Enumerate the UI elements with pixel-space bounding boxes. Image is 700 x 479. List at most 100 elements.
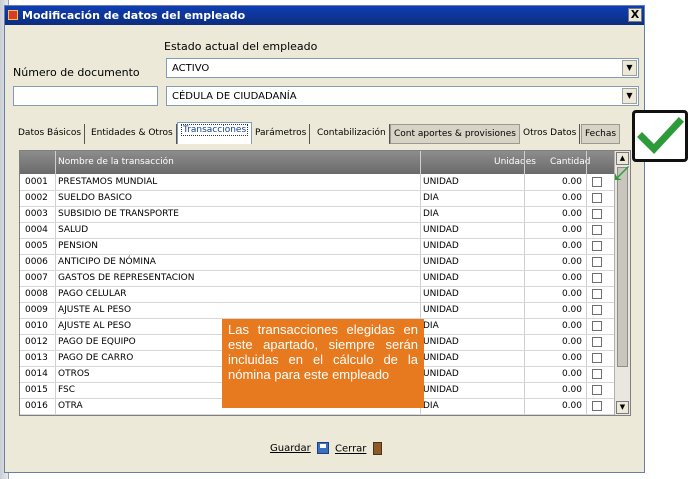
row-name: AJUSTE AL PESO (58, 305, 132, 315)
header-unit: Unidades (494, 157, 536, 167)
row-name: SALUD (58, 225, 89, 235)
tab-contabilizacion[interactable]: Contabilización (314, 124, 390, 144)
row-unit: UNIDAD (423, 177, 459, 187)
tab-entidades[interactable]: Entidades & Otros (88, 124, 177, 144)
checkmark-icon (632, 110, 688, 162)
close-button[interactable]: Cerrar (335, 442, 382, 455)
row-code: 0004 (25, 225, 48, 235)
tab-otros-datos[interactable]: Otros Datos (520, 124, 581, 144)
table-row[interactable]: 0006 ANTICIPO DE NÓMINA UNIDAD 0.00 (20, 255, 614, 271)
row-checkbox[interactable] (592, 241, 602, 251)
scroll-down-icon[interactable]: ▼ (616, 401, 629, 414)
row-unit: DIA (423, 209, 439, 219)
table-row[interactable]: 0008 PAGO CELULAR UNIDAD 0.00 (20, 287, 614, 303)
row-unit: DIA (423, 401, 439, 411)
row-checkbox[interactable] (592, 209, 602, 219)
table-row[interactable]: 0009 AJUSTE AL PESO UNIDAD 0.00 (20, 303, 614, 319)
table-row[interactable]: 0001 PRESTAMOS MUNDIAL UNIDAD 0.00 (20, 175, 614, 191)
row-checkbox[interactable] (592, 401, 602, 411)
row-code: 0014 (25, 369, 48, 379)
row-code: 0013 (25, 353, 48, 363)
table-row[interactable]: 0002 SUELDO BASICO DIA 0.00 (20, 191, 614, 207)
row-qty: 0.00 (561, 305, 582, 315)
row-checkbox[interactable] (592, 177, 602, 187)
row-code: 0002 (25, 193, 48, 203)
tab-cont-aportes[interactable]: Cont aportes & provisiones (390, 124, 520, 144)
estado-value: ACTIVO (172, 63, 210, 74)
header-qty: Cantidad (550, 157, 591, 167)
row-unit: UNIDAD (423, 289, 459, 299)
row-code: 0006 (25, 257, 48, 267)
row-name: OTROS (58, 369, 90, 379)
row-unit: UNIDAD (423, 353, 459, 363)
tipo-documento-select[interactable]: CÉDULA DE CIUDADANÍA ▼ (166, 86, 639, 106)
checkmark-svg (637, 117, 684, 155)
table-row[interactable]: 0003 SUBSIDIO DE TRANSPORTE DIA 0.00 (20, 207, 614, 223)
row-code: 0003 (25, 209, 48, 219)
row-qty: 0.00 (561, 241, 582, 251)
window-title: Modificación de datos del empleado (22, 9, 246, 22)
grid-scrollbar[interactable]: ▲ ▼ (614, 151, 630, 415)
row-qty: 0.00 (561, 401, 582, 411)
table-row[interactable]: 0005 PENSION UNIDAD 0.00 (20, 239, 614, 255)
estado-label: Estado actual del empleado (164, 40, 318, 53)
row-qty: 0.00 (561, 337, 582, 347)
row-qty: 0.00 (561, 369, 582, 379)
row-checkbox[interactable] (592, 289, 602, 299)
tab-parametros[interactable]: Parámetros (252, 124, 311, 144)
row-name: SUELDO BASICO (58, 193, 132, 203)
row-checkbox[interactable] (592, 305, 602, 315)
header-name: Nombre de la transacción (58, 157, 174, 167)
close-label: Cerrar (335, 443, 367, 455)
row-code: 0015 (25, 385, 48, 395)
row-checkbox[interactable] (592, 321, 602, 331)
tab-transacciones[interactable]: Transacciones (177, 122, 253, 144)
row-checkbox[interactable] (592, 257, 602, 267)
documento-label: Número de documento (13, 66, 140, 79)
row-unit: UNIDAD (423, 385, 459, 395)
row-qty: 0.00 (561, 289, 582, 299)
row-code: 0007 (25, 273, 48, 283)
row-checkbox[interactable] (592, 337, 602, 347)
row-checkbox[interactable] (592, 273, 602, 283)
save-label: Guardar (270, 443, 311, 454)
row-unit: DIA (423, 193, 439, 203)
row-unit: UNIDAD (423, 305, 459, 315)
table-row[interactable]: 0004 SALUD UNIDAD 0.00 (20, 223, 614, 239)
tab-datos-basicos[interactable]: Datos Básicos (15, 124, 86, 144)
scroll-thumb[interactable] (617, 167, 628, 367)
exit-door-icon (372, 442, 382, 455)
row-code: 0008 (25, 289, 48, 299)
row-unit: DIA (423, 321, 439, 331)
row-unit: UNIDAD (423, 337, 459, 347)
row-checkbox[interactable] (592, 225, 602, 235)
table-row[interactable]: 0007 GASTOS DE REPRESENTACION UNIDAD 0.00 (20, 271, 614, 287)
row-name: PAGO DE CARRO (58, 353, 134, 363)
tab-fechas[interactable]: Fechas (581, 124, 621, 144)
row-qty: 0.00 (561, 193, 582, 203)
row-name: PAGO CELULAR (58, 289, 127, 299)
save-button[interactable]: Guardar (270, 442, 329, 454)
row-code: 0016 (25, 401, 48, 411)
row-qty: 0.00 (561, 257, 582, 267)
row-code: 0005 (25, 241, 48, 251)
row-unit: UNIDAD (423, 257, 459, 267)
close-window-button[interactable]: X (628, 8, 642, 22)
chevron-down-icon[interactable]: ▼ (622, 60, 637, 76)
row-name: FSC (58, 385, 76, 395)
row-unit: UNIDAD (423, 369, 459, 379)
row-code: 0010 (25, 321, 48, 331)
row-unit: UNIDAD (423, 225, 459, 235)
app-icon (8, 10, 18, 20)
row-checkbox[interactable] (592, 369, 602, 379)
row-checkbox[interactable] (592, 193, 602, 203)
row-checkbox[interactable] (592, 385, 602, 395)
documento-input[interactable] (13, 86, 158, 106)
row-qty: 0.00 (561, 177, 582, 187)
row-qty: 0.00 (561, 385, 582, 395)
tab-transacciones-label: Transacciones (181, 124, 249, 136)
chevron-down-icon[interactable]: ▼ (622, 88, 637, 104)
pointer-arrow-icon (615, 166, 629, 180)
row-checkbox[interactable] (592, 353, 602, 363)
estado-select[interactable]: ACTIVO ▼ (166, 58, 639, 78)
